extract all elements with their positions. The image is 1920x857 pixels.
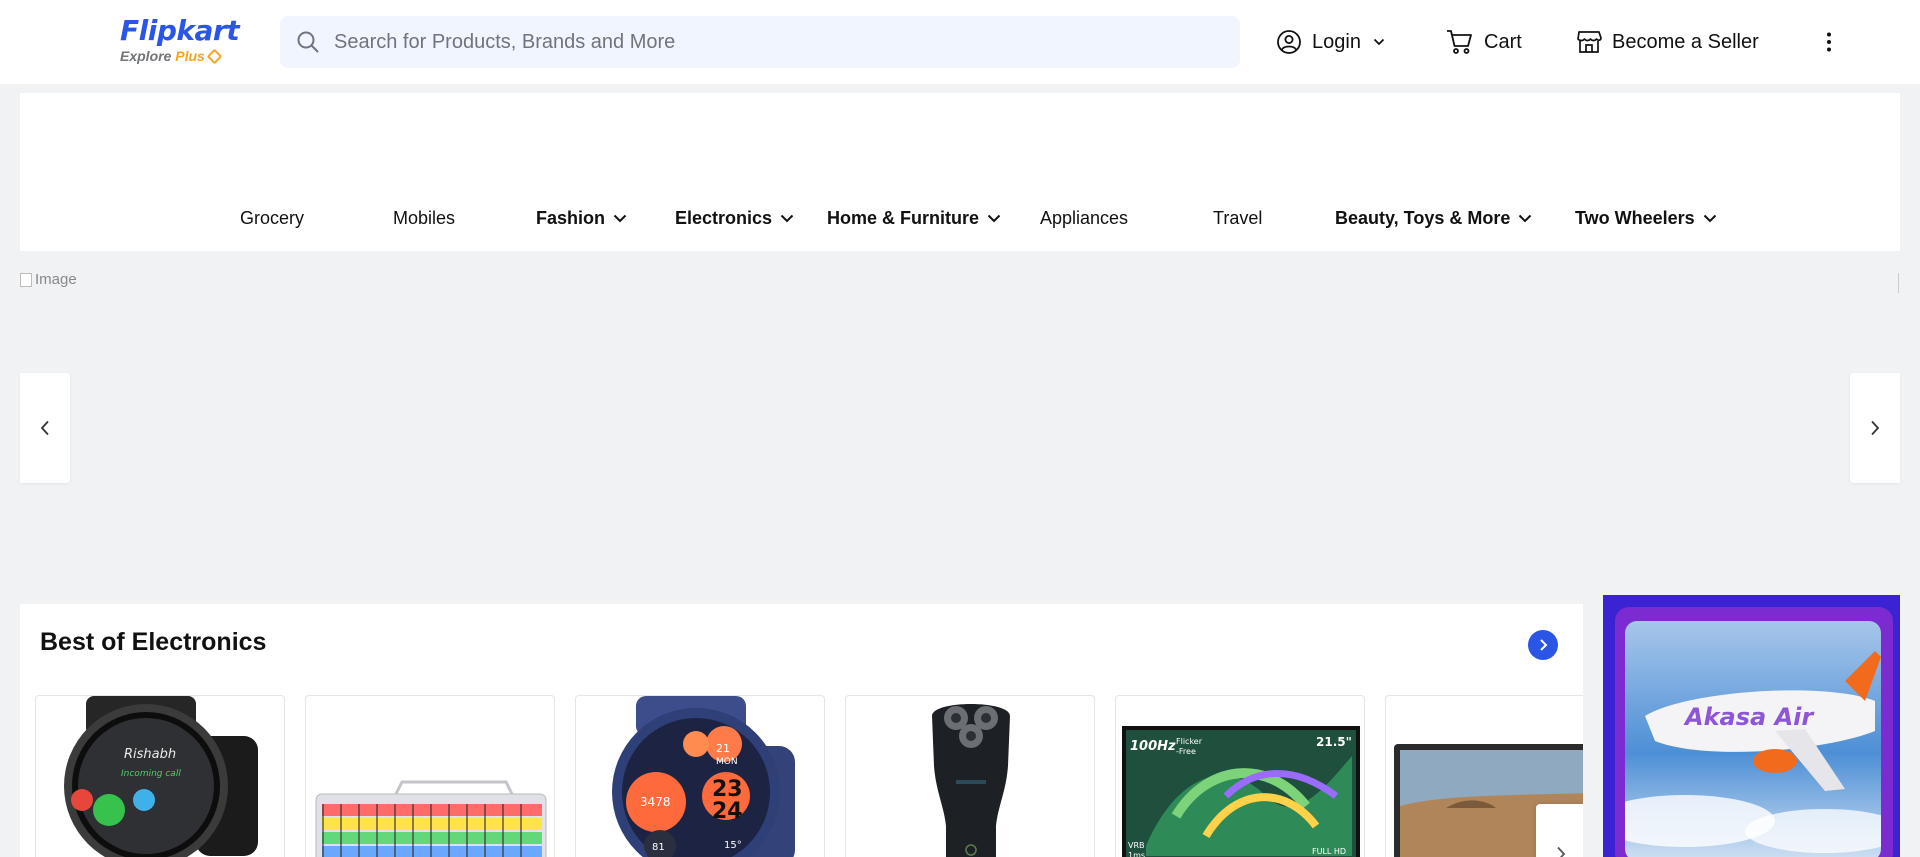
products-next-button[interactable]	[1536, 804, 1583, 857]
carousel-next-button[interactable]	[1850, 373, 1900, 483]
category-label: Two Wheelers	[1575, 207, 1695, 228]
smartwatch-icon: Rishabh Incoming call	[64, 696, 258, 857]
monitor-feature-text: VRB	[1128, 841, 1145, 850]
ad-brand-text: Akasa Air	[1685, 703, 1814, 731]
category-fashion[interactable]: Fashion	[536, 203, 627, 233]
banner-carousel: Image	[20, 269, 1900, 587]
category-mobiles[interactable]: Mobiles	[393, 203, 455, 233]
best-of-electronics-section: Best of Electronics Rishabh Incoming cal…	[20, 604, 1583, 857]
search-bar	[280, 16, 1240, 68]
logo-tagline-plus: Plus	[175, 48, 205, 64]
section-title: Best of Electronics	[40, 628, 267, 656]
plus-diamond-icon	[206, 48, 223, 65]
category-label: Grocery	[240, 207, 305, 228]
category-label: Appliances	[1040, 207, 1129, 228]
chevron-down-icon	[1519, 214, 1532, 222]
chevron-right-icon	[1871, 420, 1880, 436]
user-circle-icon	[1277, 30, 1301, 54]
flipkart-logo[interactable]: Flipkart Explore Plus	[120, 14, 240, 66]
carousel-prev-button[interactable]	[20, 373, 70, 483]
watch-call-status: Incoming call	[121, 769, 181, 779]
product-card[interactable]: Rishabh Incoming call	[35, 695, 285, 857]
category-home-furniture[interactable]: Home & Furniture	[827, 203, 1001, 233]
broken-image-icon	[20, 272, 32, 287]
login-label: Login	[1312, 30, 1361, 53]
monitor-icon: 100Hz Flicker -Free 21.5" VRB 1ms FULL H…	[1122, 726, 1360, 857]
product-card[interactable]: 100Hz Flicker -Free 21.5" VRB 1ms FULL H…	[1115, 695, 1365, 857]
chevron-down-icon	[613, 214, 627, 222]
watch-reading: MON	[716, 757, 738, 767]
category-appliances[interactable]: Appliances	[1040, 203, 1128, 233]
banner-image-alt: Image	[35, 271, 77, 288]
chevron-down-icon	[987, 214, 1001, 222]
banner-divider	[1898, 273, 1899, 293]
login-button[interactable]: Login	[1276, 22, 1385, 62]
smartwatch-blue-icon: 3478 21 MON 23 24 81 15°	[612, 696, 795, 857]
shaver-icon	[932, 704, 1010, 857]
category-two-wheelers[interactable]: Two Wheelers	[1575, 203, 1717, 233]
cart-icon	[1447, 30, 1472, 54]
top-header: Flipkart Explore Plus Login Cart	[0, 0, 1920, 84]
chevron-right-icon	[1557, 846, 1566, 857]
logo-tagline: Explore Plus	[120, 48, 240, 65]
become-seller-button[interactable]: Become a Seller	[1576, 22, 1759, 62]
chevron-right-icon	[1540, 639, 1548, 651]
watch-reading: 15°	[724, 840, 742, 851]
category-label: Fashion	[536, 207, 606, 228]
category-label: Home & Furniture	[827, 207, 980, 228]
more-options-button[interactable]	[1822, 22, 1846, 62]
cart-button[interactable]: Cart	[1446, 22, 1522, 62]
watch-caller-name: Rishabh	[124, 747, 176, 762]
category-travel[interactable]: Travel	[1213, 203, 1262, 233]
cart-label: Cart	[1484, 30, 1522, 53]
category-label: Beauty, Toys & More	[1335, 207, 1511, 228]
monitor-feature-text: Flicker	[1176, 737, 1203, 746]
airplane-icon	[1625, 651, 1881, 853]
product-card[interactable]	[305, 695, 555, 857]
chevron-left-icon	[40, 420, 49, 436]
keyboard-icon	[315, 780, 547, 857]
search-icon[interactable]	[296, 30, 320, 54]
watch-reading: 3478	[640, 795, 671, 809]
product-card[interactable]	[845, 695, 1095, 857]
chevron-down-icon	[1373, 38, 1385, 46]
chevron-down-icon	[1703, 214, 1716, 222]
banner-image[interactable]: Image	[20, 271, 77, 288]
category-bar: Grocery Mobiles Fashion Electronics Home…	[20, 93, 1900, 251]
category-label: Electronics	[675, 207, 773, 228]
store-icon	[1577, 31, 1602, 53]
category-electronics[interactable]: Electronics	[675, 203, 794, 233]
chevron-down-icon	[780, 214, 794, 222]
kebab-menu-icon	[1827, 32, 1831, 52]
category-label: Travel	[1213, 207, 1263, 228]
watch-reading: 24	[712, 799, 743, 824]
watch-reading: 81	[652, 842, 665, 853]
monitor-size-text: 21.5"	[1316, 735, 1352, 749]
product-card[interactable]: 3478 21 MON 23 24 81 15°	[575, 695, 825, 857]
search-input[interactable]	[334, 16, 1224, 68]
monitor-feature-text: 1ms	[1128, 851, 1145, 857]
category-beauty-toys[interactable]: Beauty, Toys & More	[1335, 203, 1532, 233]
seller-label: Become a Seller	[1612, 30, 1759, 53]
category-grocery[interactable]: Grocery	[240, 203, 304, 233]
akasa-air-ad[interactable]: Akasa Air	[1603, 595, 1900, 857]
section-view-all-button[interactable]	[1528, 630, 1558, 660]
watch-reading: 21	[716, 742, 730, 755]
monitor-feature-text: -Free	[1176, 747, 1196, 756]
logo-wordmark: Flipkart	[120, 14, 240, 47]
monitor-refresh-text: 100Hz	[1130, 739, 1176, 754]
monitor-feature-text: FULL HD	[1312, 847, 1346, 856]
ad-image: Akasa Air	[1625, 621, 1881, 857]
category-label: Mobiles	[393, 207, 456, 228]
logo-tagline-prefix: Explore	[120, 48, 172, 64]
